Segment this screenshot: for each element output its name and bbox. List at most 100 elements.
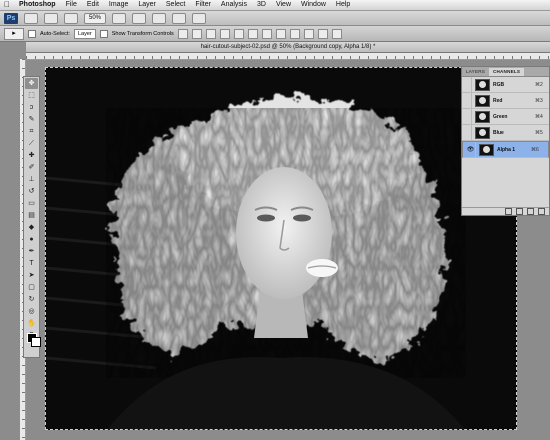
channels-panel: LAYERS CHANNELS RGB ⌘2 Red ⌘3 Green ⌘4 B… — [461, 66, 550, 216]
menu-3d[interactable]: 3D — [252, 0, 271, 10]
align-vcenter-button[interactable] — [191, 28, 202, 39]
arrange-documents-button[interactable] — [172, 12, 187, 24]
3d-rotate-tool-icon[interactable]: ↻ — [25, 294, 38, 305]
menu-image[interactable]: Image — [104, 0, 133, 10]
channel-thumbnail — [475, 94, 490, 107]
pen-tool-icon[interactable]: ✒ — [25, 246, 38, 257]
bridge-button[interactable] — [24, 12, 38, 24]
crop-tool-icon[interactable]: ⌗ — [25, 126, 38, 137]
dodge-tool-icon[interactable]: ● — [25, 234, 38, 245]
zoom-level-select[interactable]: 50% — [84, 12, 107, 24]
menu-view[interactable]: View — [271, 0, 296, 10]
rotate-view-button[interactable] — [152, 12, 167, 24]
eyedropper-tool-icon[interactable]: ⟋ — [25, 138, 38, 149]
channel-shortcut: ⌘6 — [531, 146, 539, 153]
distribute-vcenter-button[interactable] — [275, 28, 286, 39]
marquee-tool-icon[interactable]: ⬚ — [25, 90, 38, 101]
zoom-tool-button[interactable] — [132, 12, 147, 24]
blur-tool-icon[interactable]: ◆ — [25, 222, 38, 233]
menu-photoshop[interactable]: Photoshop — [14, 0, 61, 10]
visibility-toggle[interactable] — [462, 109, 472, 124]
photoshop-logo: Ps — [4, 12, 18, 24]
document-canvas[interactable] — [45, 67, 517, 430]
3d-orbit-tool-icon[interactable]: ◎ — [25, 306, 38, 317]
auto-select-label: Auto-Select: — [40, 30, 70, 37]
save-selection-icon[interactable] — [516, 208, 523, 215]
history-brush-tool-icon[interactable]: ↺ — [25, 186, 38, 197]
hand-tool-button[interactable] — [112, 12, 127, 24]
application-bar: Ps 50% — [0, 11, 550, 26]
align-top-button[interactable] — [177, 28, 188, 39]
horizontal-ruler[interactable] — [26, 53, 550, 60]
visibility-toggle[interactable] — [462, 93, 472, 108]
channel-row-rgb[interactable]: RGB ⌘2 — [462, 77, 549, 93]
distribute-top-button[interactable] — [261, 28, 272, 39]
channel-row-green[interactable]: Green ⌘4 — [462, 109, 549, 125]
channel-row-alpha-1[interactable]: 👁 Alpha 1 ⌘6 — [462, 141, 549, 158]
hand-tool-icon[interactable]: ✋ — [25, 318, 38, 329]
channel-name: RGB — [493, 81, 505, 88]
menu-file[interactable]: File — [61, 0, 82, 10]
auto-select-target-select[interactable]: Layer — [73, 28, 96, 39]
menu-analysis[interactable]: Analysis — [216, 0, 252, 10]
channel-thumbnail — [479, 143, 494, 156]
screen-mode-button[interactable] — [192, 12, 207, 24]
healing-brush-tool-icon[interactable]: ✚ — [25, 150, 38, 161]
show-transform-checkbox[interactable] — [99, 29, 108, 38]
distribute-bottom-button[interactable] — [289, 28, 300, 39]
alpha-channel-image — [46, 68, 516, 429]
type-tool-icon[interactable]: T — [25, 258, 38, 269]
menu-select[interactable]: Select — [161, 0, 190, 10]
gradient-tool-icon[interactable]: ▤ — [25, 210, 38, 221]
channel-shortcut: ⌘3 — [535, 97, 543, 104]
new-channel-icon[interactable] — [527, 208, 534, 215]
lasso-tool-icon[interactable]: ↄ — [25, 102, 38, 113]
move-tool-preset-icon[interactable]: ▸ — [4, 27, 24, 40]
channel-row-red[interactable]: Red ⌘3 — [462, 93, 549, 109]
brush-tool-icon[interactable]: ✐ — [25, 162, 38, 173]
trash-icon[interactable] — [538, 208, 545, 215]
align-hcenter-button[interactable] — [233, 28, 244, 39]
menu-filter[interactable]: Filter — [190, 0, 216, 10]
eraser-tool-icon[interactable]: ▭ — [25, 198, 38, 209]
channel-name: Alpha 1 — [497, 146, 516, 153]
channel-thumbnail — [475, 126, 490, 139]
channel-thumbnail — [475, 110, 490, 123]
eye-icon[interactable]: 👁 — [466, 142, 476, 157]
menu-edit[interactable]: Edit — [82, 0, 104, 10]
menu-layer[interactable]: Layer — [133, 0, 161, 10]
menu-help[interactable]: Help — [331, 0, 355, 10]
options-bar: ▸ Auto-Select: Layer Show Transform Cont… — [0, 26, 550, 42]
align-left-button[interactable] — [219, 28, 230, 39]
auto-select-checkbox[interactable] — [28, 29, 36, 38]
clone-stamp-tool-icon[interactable]: ⊥ — [25, 174, 38, 185]
align-right-button[interactable] — [247, 28, 258, 39]
mini-bridge-button[interactable] — [44, 12, 58, 24]
visibility-toggle[interactable] — [462, 125, 472, 140]
channel-row-blue[interactable]: Blue ⌘5 — [462, 125, 549, 141]
document-tab[interactable]: hair-cutout-subject-02.psd @ 50% (Backgr… — [26, 42, 550, 53]
panel-tab-strip: LAYERS CHANNELS — [462, 67, 549, 77]
shape-tool-icon[interactable]: ▢ — [25, 282, 38, 293]
align-bottom-button[interactable] — [205, 28, 216, 39]
channel-shortcut: ⌘2 — [535, 81, 543, 88]
menu-bar:  Photoshop File Edit Image Layer Select… — [0, 0, 550, 11]
view-extras-button[interactable] — [64, 12, 78, 24]
channel-name: Green — [493, 113, 508, 120]
channel-name: Red — [493, 97, 503, 104]
distribute-right-button[interactable] — [331, 28, 342, 39]
menu-window[interactable]: Window — [296, 0, 331, 10]
channel-thumbnail — [475, 78, 490, 91]
apple-icon[interactable]:  — [0, 0, 14, 10]
tab-layers[interactable]: LAYERS — [462, 68, 489, 76]
path-selection-tool-icon[interactable]: ➤ — [25, 270, 38, 281]
tab-channels[interactable]: CHANNELS — [489, 68, 525, 76]
background-color-swatch[interactable] — [31, 337, 41, 347]
load-selection-icon[interactable] — [505, 208, 512, 215]
quick-selection-tool-icon[interactable]: ✎ — [25, 114, 38, 125]
distribute-left-button[interactable] — [303, 28, 314, 39]
distribute-hcenter-button[interactable] — [317, 28, 328, 39]
visibility-toggle[interactable] — [462, 77, 472, 92]
channel-shortcut: ⌘5 — [535, 129, 543, 136]
move-tool-icon[interactable]: ✥ — [25, 78, 38, 89]
